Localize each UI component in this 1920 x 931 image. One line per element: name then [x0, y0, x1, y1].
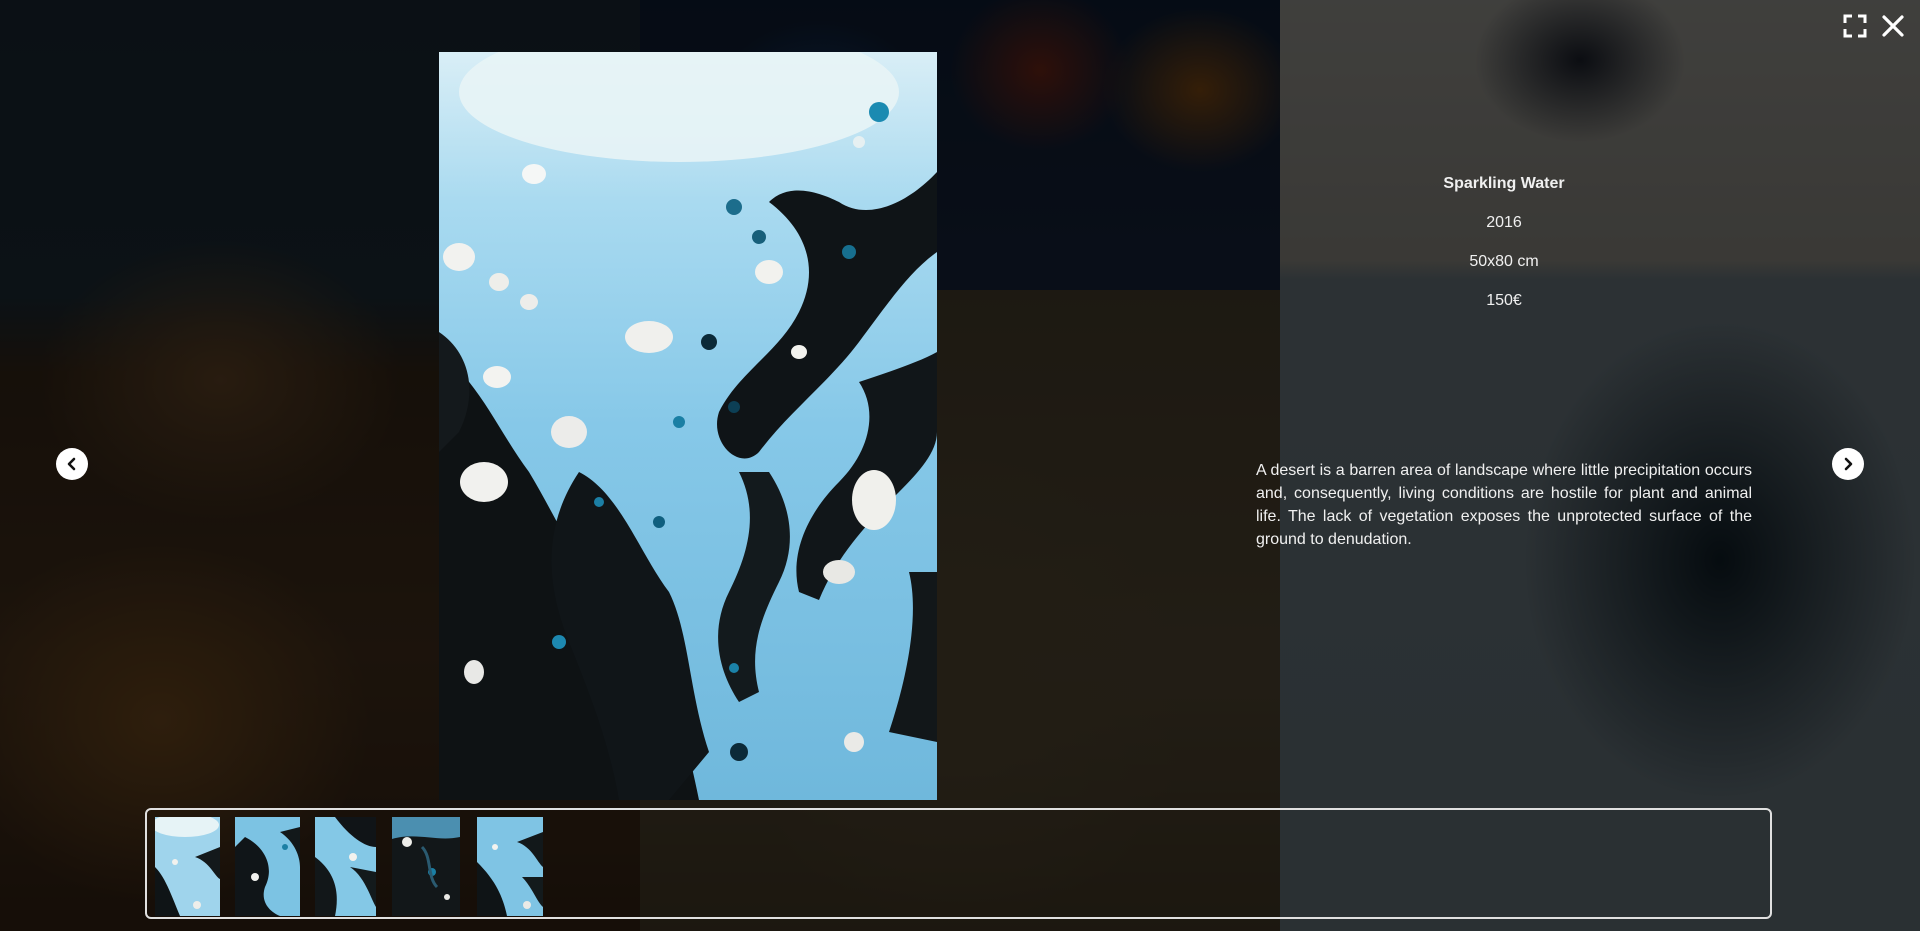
- artwork-title: Sparkling Water: [1443, 175, 1565, 192]
- thumbnail-1[interactable]: [155, 817, 220, 916]
- artwork-dimensions: 50x80 cm: [1469, 253, 1539, 270]
- artwork-description: A desert is a barren area of landscape w…: [1256, 462, 1752, 548]
- previous-button[interactable]: [56, 448, 88, 480]
- artwork-price: 150€: [1486, 292, 1522, 309]
- chevron-right-icon: [1844, 457, 1853, 471]
- thumbnail-strip: [145, 808, 1772, 919]
- artwork-image: [439, 52, 937, 800]
- thumbnail-5[interactable]: [477, 817, 543, 916]
- chevron-left-icon: [67, 457, 76, 471]
- artwork-info: Sparkling Water 2016 50x80 cm 150€: [1256, 160, 1752, 314]
- artwork-year: 2016: [1486, 214, 1522, 231]
- thumbnail-2[interactable]: [235, 817, 300, 916]
- lightbox: Sparkling Water 2016 50x80 cm 150€ A des…: [0, 0, 1920, 931]
- next-button[interactable]: [1832, 448, 1864, 480]
- fullscreen-button[interactable]: [1841, 12, 1869, 40]
- thumbnail-3[interactable]: [315, 817, 376, 916]
- close-button[interactable]: [1879, 12, 1907, 40]
- fullscreen-icon: [1843, 14, 1867, 38]
- thumbnail-4[interactable]: [392, 817, 460, 916]
- close-icon: [1882, 15, 1904, 37]
